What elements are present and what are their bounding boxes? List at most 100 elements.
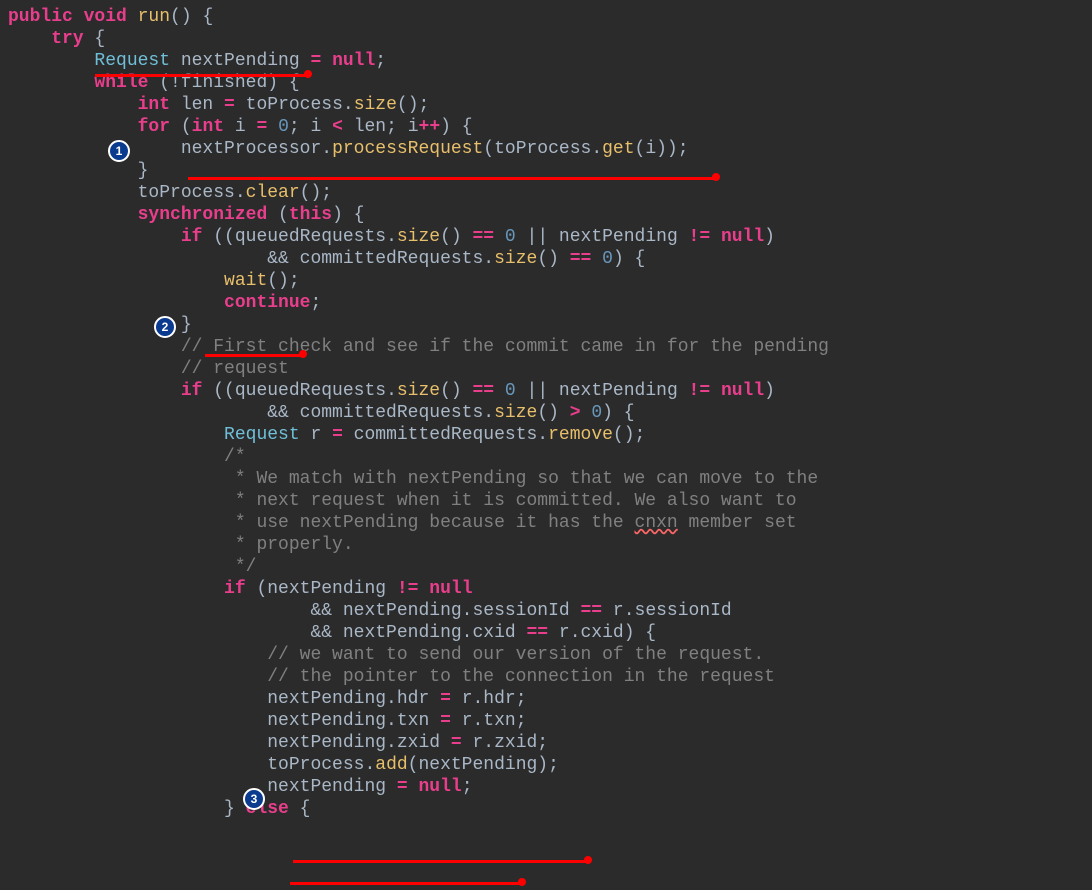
text: (); — [300, 183, 332, 203]
annotation-dot — [518, 878, 526, 886]
text: ((queuedRequests. — [202, 381, 396, 401]
comment: // request — [8, 359, 289, 379]
method-size: size — [354, 95, 397, 115]
text: r.hdr; — [451, 689, 527, 709]
text: ( — [170, 117, 192, 137]
text: r — [300, 425, 332, 445]
kw-int: int — [192, 117, 224, 137]
op-eq: == — [473, 381, 495, 401]
text: ) { — [602, 403, 634, 423]
op-assign: = — [440, 711, 451, 731]
kw-public: public — [8, 7, 73, 27]
kw-null: null — [408, 777, 462, 797]
op-inc: ++ — [419, 117, 441, 137]
method-size: size — [494, 403, 537, 423]
kw-if: if — [8, 579, 246, 599]
annotation-underline — [205, 354, 305, 357]
num: 0 — [267, 117, 289, 137]
type-request: Request — [8, 51, 170, 71]
text: ; i — [289, 117, 332, 137]
op-assign: = — [451, 733, 462, 753]
type-request: Request — [8, 425, 300, 445]
code-block: public void run() { try { Request nextPe… — [0, 0, 1092, 826]
text: || nextPending — [516, 227, 689, 247]
text: } — [8, 799, 246, 819]
text: ; — [310, 293, 321, 313]
comment: member set — [678, 513, 797, 533]
comment: // the pointer to the connection in the … — [8, 667, 775, 687]
method-size: size — [397, 381, 440, 401]
op-assign: = — [256, 117, 267, 137]
text: committedRequests. — [343, 425, 548, 445]
num: 0 — [591, 249, 613, 269]
kw-for: for — [8, 117, 170, 137]
op-assign: = — [224, 95, 235, 115]
text: ( — [267, 205, 289, 225]
text: && committedRequests. — [8, 403, 494, 423]
text: () — [440, 227, 472, 247]
text: ((queuedRequests. — [202, 227, 396, 247]
text: (); — [613, 425, 645, 445]
text: ) { — [613, 249, 645, 269]
text: toProcess. — [235, 95, 354, 115]
op-ne: != — [397, 579, 419, 599]
kw-if: if — [8, 381, 202, 401]
kw-if: if — [8, 227, 202, 247]
text: { — [84, 29, 106, 49]
text: ) — [764, 381, 775, 401]
op-lt: < — [332, 117, 343, 137]
annotation-badge-2: 2 — [154, 316, 176, 338]
annotation-dot — [584, 856, 592, 864]
kw-null: null — [321, 51, 375, 71]
op-ne: != — [689, 227, 711, 247]
num: 0 — [494, 227, 516, 247]
num: 0 — [581, 403, 603, 423]
annotation-underline — [293, 860, 588, 863]
comment: * properly. — [8, 535, 354, 555]
method-add: add — [375, 755, 407, 775]
annotation-dot — [712, 173, 720, 181]
text: len; i — [343, 117, 419, 137]
comment: /* — [8, 447, 246, 467]
text: (); — [397, 95, 429, 115]
text: (toProcess. — [483, 139, 602, 159]
text: nextPending — [8, 777, 397, 797]
op-assign: = — [332, 425, 343, 445]
kw-continue: continue — [8, 293, 310, 313]
method-clear: clear — [246, 183, 300, 203]
comment: // we want to send our version of the re… — [8, 645, 764, 665]
op-eq: == — [526, 623, 548, 643]
method-size: size — [494, 249, 537, 269]
annotation-underline — [95, 74, 310, 77]
text: { — [289, 799, 311, 819]
text: () — [537, 249, 569, 269]
method-remove: remove — [548, 425, 613, 445]
op-gt: > — [570, 403, 581, 423]
kw-try: try — [8, 29, 84, 49]
text: || nextPending — [516, 381, 689, 401]
text: nextPending.hdr — [8, 689, 440, 709]
annotation-underline — [188, 177, 718, 180]
comment-typo: cnxn — [635, 513, 678, 533]
method-processrequest: processRequest — [332, 139, 483, 159]
text: () — [440, 381, 472, 401]
op-eq: == — [570, 249, 592, 269]
text: r.zxid; — [462, 733, 548, 753]
text: r.txn; — [451, 711, 527, 731]
text: (); — [267, 271, 299, 291]
kw-null: null — [710, 381, 764, 401]
text: toProcess. — [8, 755, 375, 775]
text: ) { — [332, 205, 364, 225]
text: nextPending.zxid — [8, 733, 451, 753]
text: len — [170, 95, 224, 115]
comment: * We match with nextPending so that we c… — [8, 469, 818, 489]
text: nextPending.txn — [8, 711, 440, 731]
text: ) { — [440, 117, 472, 137]
annotation-dot — [304, 70, 312, 78]
text: && nextPending.sessionId — [8, 601, 581, 621]
text: ) — [764, 227, 775, 247]
method-run: run — [127, 7, 170, 27]
annotation-underline — [290, 882, 522, 885]
method-get: get — [602, 139, 634, 159]
code-viewport: public void run() { try { Request nextPe… — [0, 0, 1092, 890]
